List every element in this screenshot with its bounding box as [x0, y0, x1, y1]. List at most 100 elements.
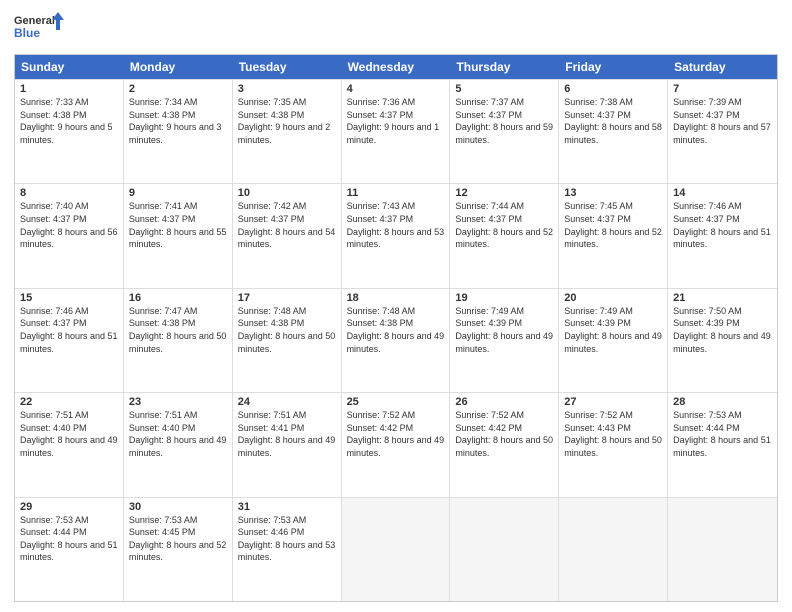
cal-cell: 22 Sunrise: 7:51 AMSunset: 4:40 PMDayligh…	[15, 393, 124, 496]
cal-cell: 29 Sunrise: 7:53 AMSunset: 4:44 PMDayligh…	[15, 498, 124, 601]
day-number: 14	[673, 187, 772, 199]
cal-cell: 17 Sunrise: 7:48 AMSunset: 4:38 PMDayligh…	[233, 289, 342, 392]
cal-cell: 1 Sunrise: 7:33 AMSunset: 4:38 PMDaylight…	[15, 80, 124, 183]
day-info: Sunrise: 7:33 AMSunset: 4:38 PMDaylight:…	[20, 97, 113, 145]
day-info: Sunrise: 7:52 AMSunset: 4:42 PMDaylight:…	[455, 410, 553, 458]
day-info: Sunrise: 7:50 AMSunset: 4:39 PMDaylight:…	[673, 306, 771, 354]
day-info: Sunrise: 7:45 AMSunset: 4:37 PMDaylight:…	[564, 201, 662, 249]
cal-cell: 25 Sunrise: 7:52 AMSunset: 4:42 PMDayligh…	[342, 393, 451, 496]
day-number: 31	[238, 501, 336, 513]
cal-cell: 9 Sunrise: 7:41 AMSunset: 4:37 PMDaylight…	[124, 184, 233, 287]
week-row-2: 8Sunrise: 7:40 AMSunset: 4:37 PMDaylight…	[15, 183, 777, 287]
day-info: Sunrise: 7:52 AMSunset: 4:43 PMDaylight:…	[564, 410, 662, 458]
cal-cell: 12Sunrise: 7:44 AMSunset: 4:37 PMDayligh…	[450, 184, 559, 287]
day-info: Sunrise: 7:37 AMSunset: 4:37 PMDaylight:…	[455, 97, 553, 145]
day-info: Sunrise: 7:53 AMSunset: 4:46 PMDaylight:…	[238, 515, 336, 563]
day-number: 6	[564, 83, 662, 95]
day-info: Sunrise: 7:46 AMSunset: 4:37 PMDaylight:…	[673, 201, 771, 249]
week-row-1: 1 Sunrise: 7:33 AMSunset: 4:38 PMDaylight…	[15, 79, 777, 183]
cal-cell: 26 Sunrise: 7:52 AMSunset: 4:42 PMDayligh…	[450, 393, 559, 496]
day-number: 9	[129, 187, 227, 199]
day-info: Sunrise: 7:40 AMSunset: 4:37 PMDaylight:…	[20, 201, 118, 249]
cal-cell: 30 Sunrise: 7:53 AMSunset: 4:45 PMDayligh…	[124, 498, 233, 601]
cal-cell: 2Sunrise: 7:34 AMSunset: 4:38 PMDaylight…	[124, 80, 233, 183]
cal-cell: 23 Sunrise: 7:51 AMSunset: 4:40 PMDayligh…	[124, 393, 233, 496]
cal-cell: 28 Sunrise: 7:53 AMSunset: 4:44 PMDayligh…	[668, 393, 777, 496]
day-info: Sunrise: 7:43 AMSunset: 4:37 PMDaylight:…	[347, 201, 445, 249]
day-number: 16	[129, 292, 227, 304]
day-number: 4	[347, 83, 445, 95]
day-number: 30	[129, 501, 227, 513]
day-number: 25	[347, 396, 445, 408]
week-row-5: 29 Sunrise: 7:53 AMSunset: 4:44 PMDayligh…	[15, 497, 777, 601]
cal-cell	[450, 498, 559, 601]
header: General Blue	[14, 10, 778, 46]
header-day-sunday: Sunday	[15, 55, 124, 79]
day-info: Sunrise: 7:34 AMSunset: 4:38 PMDaylight:…	[129, 97, 222, 145]
day-info: Sunrise: 7:51 AMSunset: 4:40 PMDaylight:…	[20, 410, 118, 458]
day-number: 27	[564, 396, 662, 408]
day-info: Sunrise: 7:53 AMSunset: 4:44 PMDaylight:…	[673, 410, 771, 458]
header-day-wednesday: Wednesday	[342, 55, 451, 79]
day-info: Sunrise: 7:49 AMSunset: 4:39 PMDaylight:…	[455, 306, 553, 354]
day-number: 5	[455, 83, 553, 95]
cal-cell: 21Sunrise: 7:50 AMSunset: 4:39 PMDayligh…	[668, 289, 777, 392]
logo: General Blue	[14, 10, 64, 46]
day-info: Sunrise: 7:46 AMSunset: 4:37 PMDaylight:…	[20, 306, 118, 354]
calendar-body: 1 Sunrise: 7:33 AMSunset: 4:38 PMDaylight…	[15, 79, 777, 601]
day-info: Sunrise: 7:48 AMSunset: 4:38 PMDaylight:…	[238, 306, 336, 354]
cal-cell: 4Sunrise: 7:36 AMSunset: 4:37 PMDaylight…	[342, 80, 451, 183]
week-row-3: 15 Sunrise: 7:46 AMSunset: 4:37 PMDayligh…	[15, 288, 777, 392]
cal-cell: 27 Sunrise: 7:52 AMSunset: 4:43 PMDayligh…	[559, 393, 668, 496]
day-info: Sunrise: 7:47 AMSunset: 4:38 PMDaylight:…	[129, 306, 227, 354]
cal-cell: 15 Sunrise: 7:46 AMSunset: 4:37 PMDayligh…	[15, 289, 124, 392]
day-info: Sunrise: 7:53 AMSunset: 4:45 PMDaylight:…	[129, 515, 227, 563]
cal-cell: 20 Sunrise: 7:49 AMSunset: 4:39 PMDayligh…	[559, 289, 668, 392]
cal-cell	[559, 498, 668, 601]
day-info: Sunrise: 7:41 AMSunset: 4:37 PMDaylight:…	[129, 201, 227, 249]
day-info: Sunrise: 7:48 AMSunset: 4:38 PMDaylight:…	[347, 306, 445, 354]
day-info: Sunrise: 7:35 AMSunset: 4:38 PMDaylight:…	[238, 97, 331, 145]
svg-text:Blue: Blue	[14, 26, 40, 40]
cal-cell: 31 Sunrise: 7:53 AMSunset: 4:46 PMDayligh…	[233, 498, 342, 601]
day-number: 20	[564, 292, 662, 304]
day-number: 13	[564, 187, 662, 199]
cal-cell: 8Sunrise: 7:40 AMSunset: 4:37 PMDaylight…	[15, 184, 124, 287]
day-info: Sunrise: 7:38 AMSunset: 4:37 PMDaylight:…	[564, 97, 662, 145]
cal-cell: 6 Sunrise: 7:38 AMSunset: 4:37 PMDaylight…	[559, 80, 668, 183]
day-number: 17	[238, 292, 336, 304]
day-number: 1	[20, 83, 118, 95]
day-number: 22	[20, 396, 118, 408]
day-number: 18	[347, 292, 445, 304]
day-info: Sunrise: 7:49 AMSunset: 4:39 PMDaylight:…	[564, 306, 662, 354]
day-info: Sunrise: 7:51 AMSunset: 4:41 PMDaylight:…	[238, 410, 336, 458]
day-number: 26	[455, 396, 553, 408]
cal-cell: 3Sunrise: 7:35 AMSunset: 4:38 PMDaylight…	[233, 80, 342, 183]
day-info: Sunrise: 7:52 AMSunset: 4:42 PMDaylight:…	[347, 410, 445, 458]
day-number: 15	[20, 292, 118, 304]
header-day-saturday: Saturday	[668, 55, 777, 79]
day-number: 7	[673, 83, 772, 95]
calendar: SundayMondayTuesdayWednesdayThursdayFrid…	[14, 54, 778, 602]
day-number: 12	[455, 187, 553, 199]
day-info: Sunrise: 7:51 AMSunset: 4:40 PMDaylight:…	[129, 410, 227, 458]
day-info: Sunrise: 7:53 AMSunset: 4:44 PMDaylight:…	[20, 515, 118, 563]
cal-cell: 18 Sunrise: 7:48 AMSunset: 4:38 PMDayligh…	[342, 289, 451, 392]
cal-cell: 19 Sunrise: 7:49 AMSunset: 4:39 PMDayligh…	[450, 289, 559, 392]
cal-cell: 7Sunrise: 7:39 AMSunset: 4:37 PMDaylight…	[668, 80, 777, 183]
day-number: 29	[20, 501, 118, 513]
calendar-header: SundayMondayTuesdayWednesdayThursdayFrid…	[15, 55, 777, 79]
cal-cell: 13 Sunrise: 7:45 AMSunset: 4:37 PMDayligh…	[559, 184, 668, 287]
day-number: 28	[673, 396, 772, 408]
day-number: 11	[347, 187, 445, 199]
day-number: 24	[238, 396, 336, 408]
day-number: 23	[129, 396, 227, 408]
week-row-4: 22 Sunrise: 7:51 AMSunset: 4:40 PMDayligh…	[15, 392, 777, 496]
cal-cell: 10 Sunrise: 7:42 AMSunset: 4:37 PMDayligh…	[233, 184, 342, 287]
day-info: Sunrise: 7:42 AMSunset: 4:37 PMDaylight:…	[238, 201, 336, 249]
cal-cell	[342, 498, 451, 601]
cal-cell: 11 Sunrise: 7:43 AMSunset: 4:37 PMDayligh…	[342, 184, 451, 287]
cal-cell: 24 Sunrise: 7:51 AMSunset: 4:41 PMDayligh…	[233, 393, 342, 496]
day-number: 10	[238, 187, 336, 199]
day-number: 19	[455, 292, 553, 304]
